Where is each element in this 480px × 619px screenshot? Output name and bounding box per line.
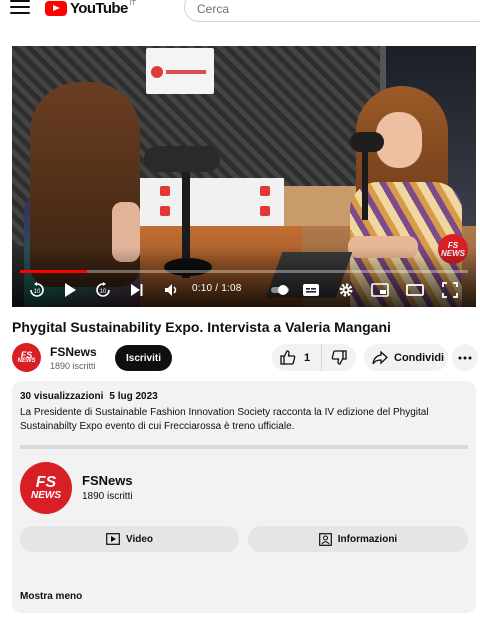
next-icon[interactable] [126, 279, 148, 301]
channel-subscribers-large: 1890 iscritti [82, 491, 133, 502]
time-current: 0:10 [192, 283, 213, 294]
channel-name[interactable]: FSNews [50, 345, 97, 359]
svg-text:10: 10 [34, 289, 41, 295]
play-icon[interactable] [59, 279, 81, 301]
like-count: 1 [304, 351, 311, 364]
time-display: 0:10 / 1:08 [192, 283, 242, 294]
share-label: Condividi [394, 351, 445, 364]
fullscreen-icon[interactable] [439, 279, 461, 301]
top-bar: YouTube IT Cerca [0, 0, 480, 24]
svg-text:10: 10 [100, 289, 107, 295]
logo-country: IT [129, 0, 136, 7]
dislike-button[interactable] [322, 344, 356, 371]
search-input[interactable]: Cerca [184, 0, 480, 22]
channel-avatar[interactable]: FS NEWS [12, 343, 41, 372]
channel-name-large[interactable]: FSNews [82, 473, 133, 488]
thumbs-down-icon [331, 350, 347, 365]
video-player[interactable]: FS NEWS 10 10 0:10 / 1:08 [12, 46, 476, 307]
channel-subscribers: 1890 iscritti [50, 361, 96, 371]
progress-bar[interactable] [20, 270, 468, 273]
channel-videos-button[interactable]: Video [20, 526, 239, 552]
video-button-label: Video [125, 533, 154, 545]
description-text: La Presidente di Sustainable Fashion Inn… [20, 407, 429, 432]
description-divider [20, 445, 468, 449]
forward-10-icon[interactable]: 10 [92, 279, 114, 301]
search-placeholder: Cerca [197, 2, 230, 16]
video-meta: 30 visualizzazioni 5 lug 2023 [20, 391, 158, 402]
share-button[interactable]: Condividi [364, 344, 448, 371]
logo-text: YouTube [70, 0, 128, 17]
thumbs-up-icon [280, 350, 296, 365]
description-card[interactable]: 30 visualizzazioni 5 lug 2023 La Presiden… [12, 381, 476, 613]
channel-info-button[interactable]: Informazioni [248, 526, 468, 552]
theater-mode-icon[interactable] [404, 279, 426, 301]
channel-avatar-large[interactable]: FS NEWS [20, 462, 72, 514]
youtube-logo[interactable]: YouTube IT [45, 0, 136, 17]
progress-bar-fill [20, 270, 88, 273]
rewind-10-icon[interactable]: 10 [26, 279, 48, 301]
like-button[interactable]: 1 [272, 344, 322, 371]
video-play-icon [106, 533, 120, 545]
more-actions-icon[interactable] [452, 344, 478, 371]
info-button-label: Informazioni [337, 533, 398, 545]
time-total: 1:08 [221, 283, 242, 294]
view-count: 30 visualizzazioni [20, 391, 104, 402]
microphone [144, 146, 220, 172]
settings-gear-icon[interactable] [335, 279, 357, 301]
microphone [350, 132, 384, 152]
subscribe-button[interactable]: Iscriviti [115, 345, 172, 371]
show-less-button[interactable]: Mostra meno [20, 591, 82, 602]
autoplay-toggle-icon[interactable] [269, 279, 291, 301]
video-frame-sign [146, 48, 214, 94]
share-icon [372, 350, 388, 364]
miniplayer-icon[interactable] [369, 279, 391, 301]
menu-icon[interactable] [10, 0, 30, 16]
volume-icon[interactable] [161, 279, 183, 301]
like-dislike-group: 1 [272, 344, 356, 371]
youtube-play-icon [45, 0, 67, 16]
upload-date: 5 lug 2023 [109, 391, 158, 402]
video-title: Phygital Sustainability Expo. Intervista… [12, 319, 391, 335]
subtitles-icon[interactable] [300, 279, 322, 301]
contact-card-icon [318, 532, 332, 546]
